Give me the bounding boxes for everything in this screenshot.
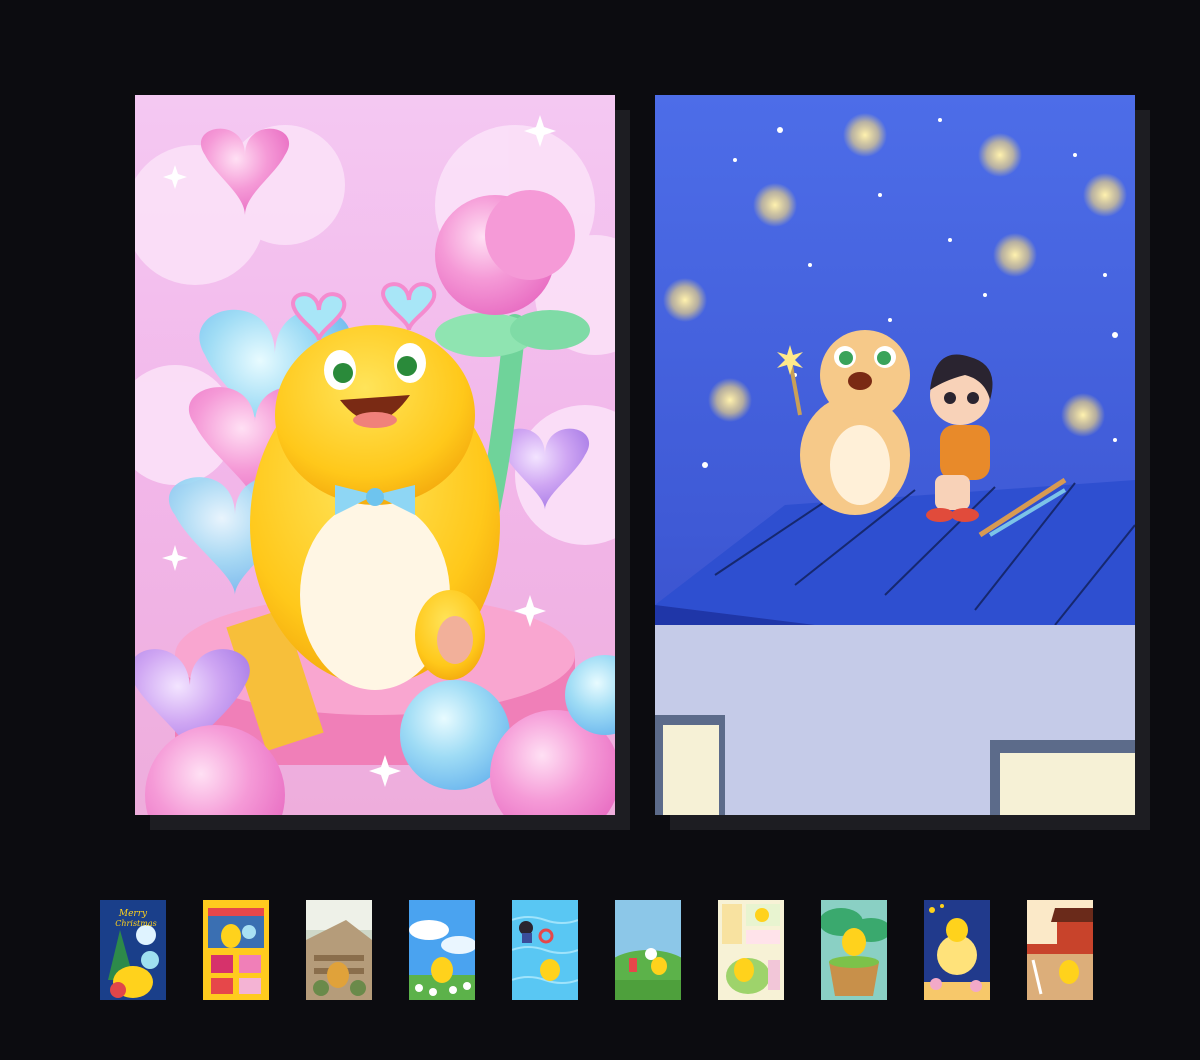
thumb-art [924,900,990,1000]
thumb-art [203,900,269,1000]
thumb-street-stairs[interactable] [306,900,372,1000]
thumb-art [306,900,372,1000]
balloons-art [135,95,615,815]
thumb-art [718,900,784,1000]
thumb-art: Merry Christmas [100,900,166,1000]
thumb-art [409,900,475,1000]
gallery-stage: Merry Christmas [0,0,1200,1060]
birthday-balloons-illustration[interactable] [135,95,615,815]
thumb-merry-christmas[interactable]: Merry Christmas [100,900,166,1000]
thumb-grass-field[interactable] [615,900,681,1000]
thumb-sky-flowers[interactable] [409,900,475,1000]
thumb-art [512,900,578,1000]
thumb-palace-gate[interactable] [1027,900,1093,1000]
thumb-caption-line2: Christmas [115,919,156,928]
rooftop-stars-illustration[interactable] [655,95,1135,815]
thumb-swimming-pool[interactable] [512,900,578,1000]
thumb-green-basket[interactable] [821,900,887,1000]
thumb-market-stall[interactable] [203,900,269,1000]
thumb-caption-line1: Merry [118,909,148,919]
thumb-art [1027,900,1093,1000]
thumb-art [615,900,681,1000]
thumb-art [821,900,887,1000]
rooftop-art [655,95,1135,815]
thumb-comic-panels[interactable] [718,900,784,1000]
thumb-moon-night[interactable] [924,900,990,1000]
